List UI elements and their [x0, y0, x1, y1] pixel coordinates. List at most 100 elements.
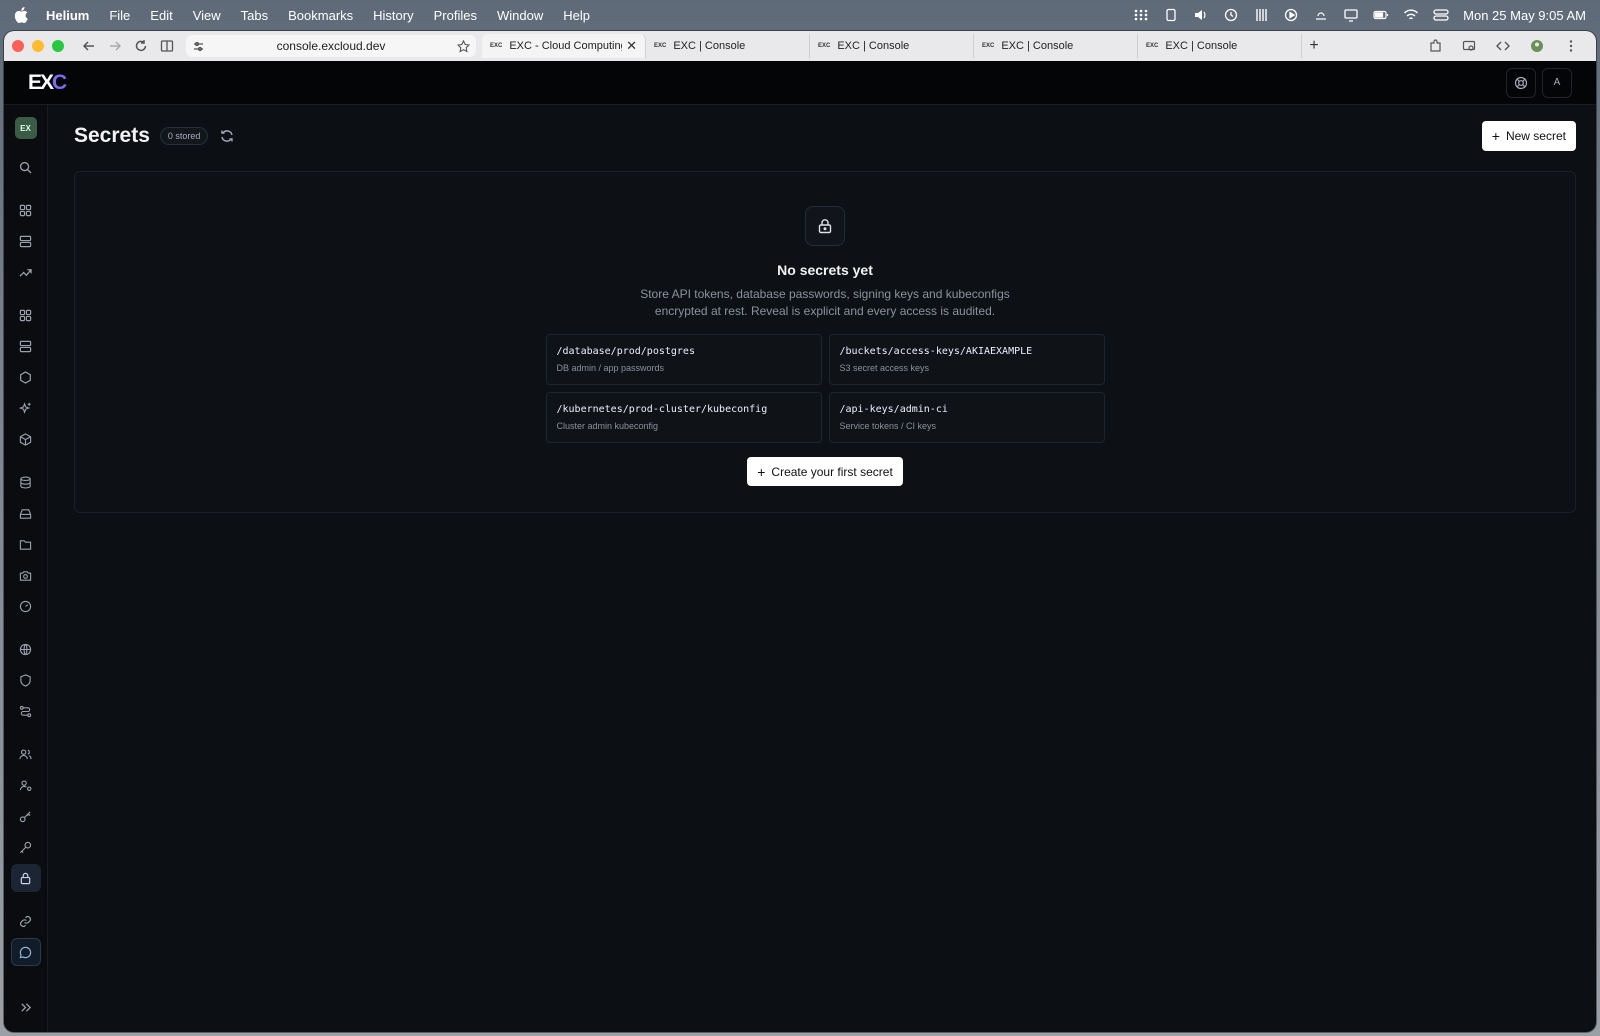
globe-icon [19, 643, 32, 655]
time-machine-icon[interactable] [1223, 8, 1239, 22]
sidebar-item-resources[interactable] [11, 227, 41, 255]
user-avatar-button[interactable]: A [1542, 67, 1572, 98]
zoom-window-button[interactable] [52, 40, 64, 52]
tab-exc-console-1[interactable]: EXC EXC | Console [646, 34, 810, 58]
bookmark-star-icon[interactable] [457, 39, 470, 53]
tab-label: EXC | Console [1165, 40, 1238, 52]
refresh-button[interactable] [220, 129, 234, 143]
sidebar-item-backups[interactable] [11, 592, 41, 620]
sidebar-item-search[interactable] [11, 153, 41, 181]
code-icon[interactable] [1492, 35, 1514, 57]
volume-icon[interactable] [1193, 8, 1209, 22]
server-icon [19, 235, 32, 247]
grid-dots-icon[interactable] [1133, 8, 1149, 22]
tab-exc-console-3[interactable]: EXC EXC | Console [974, 34, 1138, 58]
control-center-icon[interactable] [1433, 8, 1449, 22]
key-round-icon [19, 841, 32, 853]
new-tab-button[interactable]: + [1302, 37, 1326, 55]
sidebar-item-containers[interactable] [11, 425, 41, 453]
sidebar-item-storage[interactable] [11, 499, 41, 527]
close-window-button[interactable] [12, 40, 24, 52]
sidebar-item-buckets[interactable] [11, 530, 41, 558]
example-secret-card[interactable]: /kubernetes/prod-cluster/kubeconfig Clus… [545, 392, 822, 443]
sidebar-expand-button[interactable] [11, 993, 41, 1021]
menu-bookmarks[interactable]: Bookmarks [288, 8, 353, 23]
close-tab-icon[interactable]: ✕ [626, 38, 637, 54]
search-icon [19, 161, 32, 174]
database-icon [20, 476, 31, 488]
sidebar-item-api-keys[interactable] [11, 833, 41, 861]
sidebar-item-secrets[interactable] [10, 864, 41, 892]
more-menu-icon[interactable] [1560, 35, 1582, 57]
example-secret-card[interactable]: /api-keys/admin-ci Service tokens / CI k… [828, 392, 1105, 443]
sidebar-item-databases[interactable] [11, 468, 41, 496]
reload-icon[interactable] [130, 35, 152, 57]
chevrons-right-icon [21, 1002, 32, 1012]
sidebar-item-roles[interactable] [11, 771, 41, 799]
battery-icon[interactable] [1373, 8, 1389, 22]
minimize-window-button[interactable] [32, 40, 44, 52]
wifi-icon[interactable] [1403, 8, 1419, 22]
sidebar-item-metrics[interactable] [11, 258, 41, 286]
users-icon [19, 748, 32, 759]
new-secret-button[interactable]: + New secret [1481, 121, 1576, 151]
cast-icon[interactable] [1458, 35, 1480, 57]
menu-history[interactable]: History [373, 8, 413, 23]
sidebar-item-chat[interactable] [10, 938, 41, 966]
app-body: EX Secrets 0 stored + New secret No secr… [4, 105, 1596, 1032]
play-circle-icon[interactable] [1283, 8, 1299, 22]
tab-exc-console-4[interactable]: EXC EXC | Console [1138, 34, 1302, 58]
apple-logo-icon[interactable] [14, 7, 28, 23]
weather-icon[interactable] [1313, 8, 1329, 22]
sidebar-item-apps[interactable] [11, 301, 41, 329]
example-secret-path: /kubernetes/prod-cluster/kubeconfig [556, 404, 768, 415]
sidebar-item-ai[interactable] [11, 394, 41, 422]
menu-view[interactable]: View [193, 8, 221, 23]
exc-logo[interactable]: EXC [28, 71, 67, 95]
sidebar-item-networking[interactable] [11, 635, 41, 663]
menu-file[interactable]: File [109, 8, 130, 23]
menubar-tray: Mon 25 May 9:05 AM [1133, 8, 1586, 23]
menu-tabs[interactable]: Tabs [241, 8, 268, 23]
menu-help[interactable]: Help [563, 8, 590, 23]
sidebar-item-dashboard[interactable] [11, 196, 41, 224]
empty-state-panel: No secrets yet Store API tokens, databas… [74, 171, 1576, 513]
sidebar-item-routing[interactable] [11, 697, 41, 725]
menu-window[interactable]: Window [497, 8, 543, 23]
menu-app-name[interactable]: Helium [46, 8, 89, 23]
support-button[interactable] [1506, 67, 1536, 98]
url-text[interactable]: console.excloud.dev [205, 39, 457, 53]
org-switcher[interactable]: EX [14, 117, 37, 139]
sidebar: EX [4, 105, 48, 1032]
example-secret-path: /api-keys/admin-ci [839, 404, 948, 415]
address-bar[interactable]: console.excloud.dev [186, 35, 476, 57]
profile-avatar-icon[interactable] [1526, 35, 1548, 57]
sidebar-item-instances[interactable] [11, 332, 41, 360]
menu-edit[interactable]: Edit [150, 8, 172, 23]
tab-exc-console-2[interactable]: EXC EXC | Console [810, 34, 974, 58]
example-secret-card[interactable]: /database/prod/postgres DB admin / app p… [545, 334, 822, 385]
back-arrow-icon[interactable] [78, 35, 100, 57]
sidebar-toggle-icon[interactable] [156, 35, 178, 57]
menubar-clock[interactable]: Mon 25 May 9:05 AM [1463, 8, 1586, 23]
shield-icon [20, 673, 31, 687]
create-first-secret-button[interactable]: + Create your first secret [747, 457, 903, 486]
empty-desc-line1: Store API tokens, database passwords, si… [640, 287, 1010, 301]
forward-arrow-icon[interactable] [104, 35, 126, 57]
sidebar-item-snapshots[interactable] [11, 561, 41, 589]
sidebar-item-team[interactable] [11, 740, 41, 768]
site-settings-icon[interactable] [192, 40, 205, 53]
extensions-icon[interactable] [1424, 35, 1446, 57]
fork-knife-icon[interactable] [1253, 8, 1269, 22]
sidebar-item-kubernetes[interactable] [11, 363, 41, 391]
clipboard-icon[interactable] [1163, 8, 1179, 22]
example-secret-card[interactable]: /buckets/access-keys/AKIAEXAMPLE S3 secr… [828, 334, 1105, 385]
sidebar-item-firewall[interactable] [11, 666, 41, 694]
hexagon-icon [20, 370, 31, 384]
package-icon [19, 432, 32, 446]
menu-profiles[interactable]: Profiles [434, 8, 477, 23]
tab-exc-cloud-computing[interactable]: EXC EXC - Cloud Computing ✕ [482, 34, 646, 58]
display-icon[interactable] [1343, 8, 1359, 22]
sidebar-item-integrations[interactable] [11, 907, 41, 935]
sidebar-item-ssh-keys[interactable] [11, 802, 41, 830]
